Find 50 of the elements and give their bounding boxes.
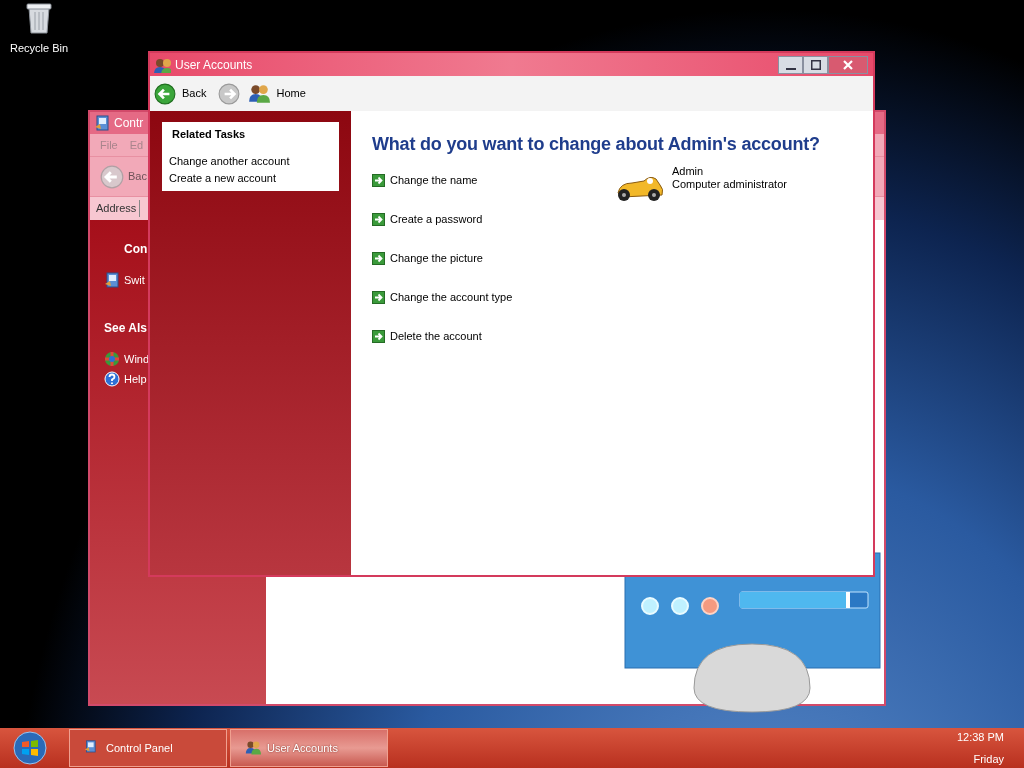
- start-button[interactable]: [10, 730, 50, 766]
- account-type: Computer administrator: [672, 178, 787, 191]
- users-icon: [153, 56, 171, 73]
- task-link[interactable]: Change another account: [162, 152, 339, 170]
- window-title: Contr: [114, 115, 144, 132]
- clock-time: 12:38 PM: [956, 729, 1004, 745]
- users-icon: [248, 82, 271, 105]
- task-link[interactable]: Create a new account: [162, 169, 339, 187]
- clock-day: Friday: [973, 751, 1004, 768]
- maximize-button[interactable]: [803, 55, 828, 74]
- close-button[interactable]: [828, 55, 868, 74]
- control-panel-icon: [94, 115, 110, 131]
- arrow-icon: [372, 330, 385, 343]
- globe-icon: [104, 350, 120, 367]
- maximize-icon: [810, 59, 821, 70]
- back-button[interactable]: Back: [154, 82, 211, 105]
- account-name: Admin: [672, 165, 705, 178]
- action-link[interactable]: Create a password: [390, 211, 483, 228]
- action-link[interactable]: Change the picture: [390, 250, 483, 267]
- back-button[interactable]: Bac: [100, 164, 147, 189]
- section-heading: Con: [123, 241, 149, 258]
- arrow-icon: [372, 174, 385, 187]
- minimize-icon: [785, 67, 796, 70]
- windows-logo-icon: [13, 731, 47, 765]
- switch-icon: [104, 272, 120, 289]
- forward-icon: [218, 82, 241, 105]
- minimize-button[interactable]: [778, 55, 803, 74]
- task-link[interactable]: Wind: [124, 350, 150, 367]
- back-icon: [100, 164, 124, 189]
- task-link[interactable]: Help: [124, 371, 147, 388]
- users-icon: [245, 740, 261, 756]
- section-heading: See Als: [104, 319, 148, 337]
- page-heading: What do you want to change about Admin's account?: [372, 133, 821, 155]
- home-button[interactable]: Home: [248, 82, 310, 105]
- close-icon: [843, 59, 853, 70]
- help-icon: [104, 371, 120, 388]
- desktop-icon-label[interactable]: Recycle Bin: [9, 40, 69, 57]
- action-link[interactable]: Change the name: [390, 172, 478, 189]
- arrow-icon: [372, 291, 385, 304]
- panel-title: Related Tasks: [171, 127, 247, 142]
- arrow-icon: [372, 213, 385, 226]
- window-title: User Accounts: [175, 56, 254, 74]
- action-link[interactable]: Change the account type: [390, 289, 513, 306]
- task-link[interactable]: Swit: [124, 272, 145, 289]
- taskbar-button[interactable]: Control Panel: [69, 729, 227, 767]
- recycle-bin-icon: [26, 2, 52, 34]
- action-link[interactable]: Delete the account: [390, 328, 482, 345]
- back-icon: [154, 82, 176, 105]
- arrow-icon: [372, 252, 385, 265]
- address-label: Address: [96, 200, 141, 217]
